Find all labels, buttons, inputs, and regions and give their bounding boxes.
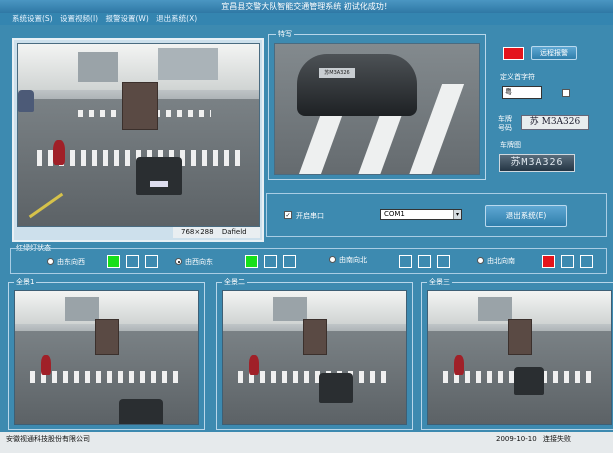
video-resolution-label: 768×288 Dafield — [173, 227, 260, 238]
camera-view-1 — [14, 290, 199, 425]
light-south-north-1 — [399, 255, 412, 268]
light-west-east-1 — [245, 255, 258, 268]
main-video-panel — [12, 38, 264, 242]
radio-north-south[interactable] — [477, 257, 484, 264]
camera-view-3 — [427, 290, 612, 425]
light-east-west-2 — [126, 255, 139, 268]
status-company: 安徽视通科技股份有限公司 — [6, 435, 90, 443]
menu-item-system-settings[interactable]: 系统设置(S) — [12, 14, 53, 23]
menu-item-exit[interactable]: 退出系统(X) — [156, 14, 197, 23]
light-north-south-1 — [542, 255, 555, 268]
light-east-west-1 — [107, 255, 120, 268]
light-west-east-2 — [264, 255, 277, 268]
snapshot-title: 特写 — [276, 30, 294, 39]
camera-view-2 — [222, 290, 407, 425]
light-south-north-2 — [418, 255, 431, 268]
direction-north-south: 由北向南 — [487, 257, 515, 265]
light-north-south-2 — [561, 255, 574, 268]
snapshot-image: 苏M3A326 — [275, 44, 479, 174]
menu-bar: 系统设置(S) 设置视频(I) 报警设置(W) 退出系统(X) — [0, 13, 613, 25]
port-select-value: COM1 — [384, 210, 405, 218]
menu-item-alarm-settings[interactable]: 报警设置(W) — [105, 14, 148, 23]
main-video-view — [17, 43, 260, 227]
status-connection: 连接失败 — [543, 435, 571, 443]
plate-label-line2: 号码 — [498, 124, 512, 132]
first-char-input[interactable]: 粤 — [502, 86, 542, 99]
video-mode: Dafield — [221, 228, 247, 236]
port-select[interactable]: COM1 ▾ — [380, 209, 462, 220]
plate-image-label: 车牌图 — [500, 141, 521, 149]
light-east-west-3 — [145, 255, 158, 268]
first-char-label: 定义首字符 — [500, 73, 535, 81]
radio-east-west[interactable] — [47, 258, 54, 265]
radio-south-north[interactable] — [329, 256, 336, 263]
first-char-checkbox[interactable] — [562, 89, 570, 97]
status-bar: 安徽视通科技股份有限公司 2009-10-10 连接失败 — [0, 432, 613, 453]
plate-label: 车牌 号码 — [498, 115, 512, 133]
plate-number-field: 苏 M3A326 — [521, 115, 589, 130]
camera-panel-3 — [421, 282, 613, 430]
video-resolution: 768×288 — [181, 228, 214, 236]
plate-label-line1: 车牌 — [498, 115, 512, 123]
camera-label-2: 全景二 — [222, 278, 247, 287]
camera-panel-1 — [8, 282, 205, 430]
open-port-checkbox[interactable]: ✓ — [284, 211, 292, 219]
snapshot-view: 苏M3A326 — [274, 43, 480, 175]
window-title: 宜昌县交警大队智能交通管理系统 初试化成功！ — [0, 0, 613, 13]
main-video-image — [18, 44, 259, 226]
alarm-indicator — [503, 47, 524, 60]
light-state-area: 由东向西 由西向东 由南向北 由北向南 — [10, 248, 607, 274]
remote-alarm-button[interactable]: 远程报警 — [531, 46, 577, 60]
chevron-down-icon[interactable]: ▾ — [453, 210, 461, 219]
camera-label-1: 全景1 — [14, 278, 37, 287]
exit-system-button[interactable]: 退出系统(E) — [485, 205, 567, 227]
serial-settings-area: ✓ 开启串口 COM1 ▾ 退出系统(E) — [266, 193, 607, 237]
direction-south-north: 由南向北 — [339, 256, 367, 264]
direction-west-east: 由西向东 — [185, 258, 213, 266]
plate-image: 苏M3A326 — [499, 154, 575, 172]
open-port-label: 开启串口 — [296, 212, 324, 220]
direction-east-west: 由东向西 — [57, 258, 85, 266]
menu-item-video-settings[interactable]: 设置视频(I) — [60, 14, 98, 23]
radio-west-east[interactable] — [175, 258, 182, 265]
camera-label-3: 全景三 — [427, 278, 452, 287]
status-date: 2009-10-10 — [496, 435, 537, 443]
camera-panel-2 — [216, 282, 413, 430]
light-west-east-3 — [283, 255, 296, 268]
light-south-north-3 — [437, 255, 450, 268]
light-north-south-3 — [580, 255, 593, 268]
snapshot-panel: 苏M3A326 — [268, 34, 486, 180]
snapshot-plate: 苏M3A326 — [319, 68, 355, 78]
